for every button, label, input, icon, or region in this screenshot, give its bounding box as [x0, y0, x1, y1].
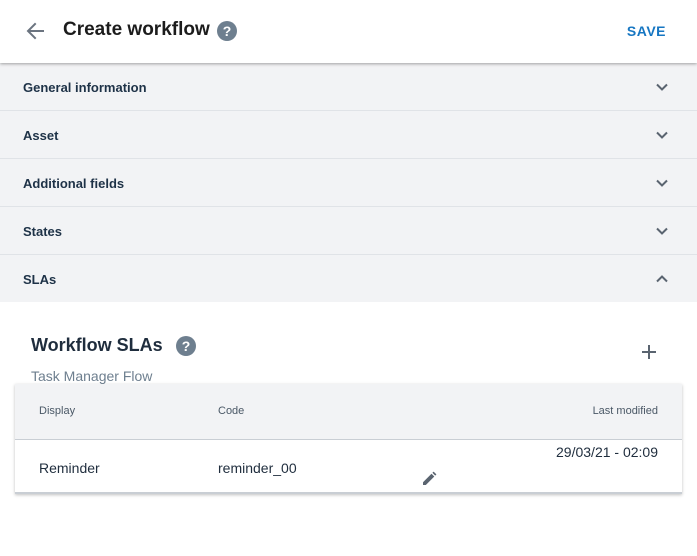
- panel-label: General information: [23, 80, 147, 95]
- panel-additional-fields[interactable]: Additional fields: [0, 159, 697, 207]
- panel-slas[interactable]: SLAs: [0, 255, 697, 303]
- section-title: Workflow SLAs: [31, 335, 163, 355]
- help-icon[interactable]: ?: [176, 336, 196, 356]
- column-header-code[interactable]: Code: [218, 405, 244, 417]
- panel-general-information[interactable]: General information: [0, 63, 697, 111]
- table-row[interactable]: Reminder reminder_00 29/03/21 - 02:09: [15, 440, 682, 494]
- chevron-down-icon: [656, 227, 668, 235]
- column-header-display[interactable]: Display: [39, 405, 75, 417]
- panel-label: SLAs: [23, 272, 57, 287]
- panel-states[interactable]: States: [0, 207, 697, 255]
- chevron-down-icon: [656, 83, 668, 91]
- save-button[interactable]: SAVE: [627, 23, 666, 39]
- panel-label: States: [23, 224, 63, 239]
- panel-label: Asset: [23, 128, 59, 143]
- panel-label: Additional fields: [23, 176, 125, 191]
- top-app-bar: Create workflow ? SAVE: [0, 0, 697, 63]
- table-header: Display Code Last modified: [15, 384, 682, 440]
- column-header-last-modified[interactable]: Last modified: [593, 405, 658, 417]
- edit-pencil-icon[interactable]: [421, 471, 437, 487]
- accordion: General information Asset Additional fie…: [0, 63, 697, 303]
- help-icon[interactable]: ?: [217, 21, 237, 41]
- chevron-down-icon: [656, 131, 668, 139]
- chevron-down-icon: [656, 179, 668, 187]
- chevron-up-icon: [656, 275, 668, 283]
- back-arrow-icon[interactable]: [24, 20, 46, 42]
- add-icon[interactable]: [641, 344, 657, 360]
- panel-asset[interactable]: Asset: [0, 111, 697, 159]
- cell-code: reminder_00: [218, 460, 297, 476]
- cell-last-modified: 29/03/21 - 02:09: [556, 444, 658, 460]
- cell-display: Reminder: [39, 460, 100, 476]
- section-subtitle: Task Manager Flow: [31, 368, 153, 384]
- page-title: Create workflow: [63, 19, 210, 40]
- sla-table: Display Code Last modified Reminder remi…: [15, 384, 682, 494]
- sla-section: Workflow SLAs ? Task Manager Flow Displa…: [0, 302, 697, 556]
